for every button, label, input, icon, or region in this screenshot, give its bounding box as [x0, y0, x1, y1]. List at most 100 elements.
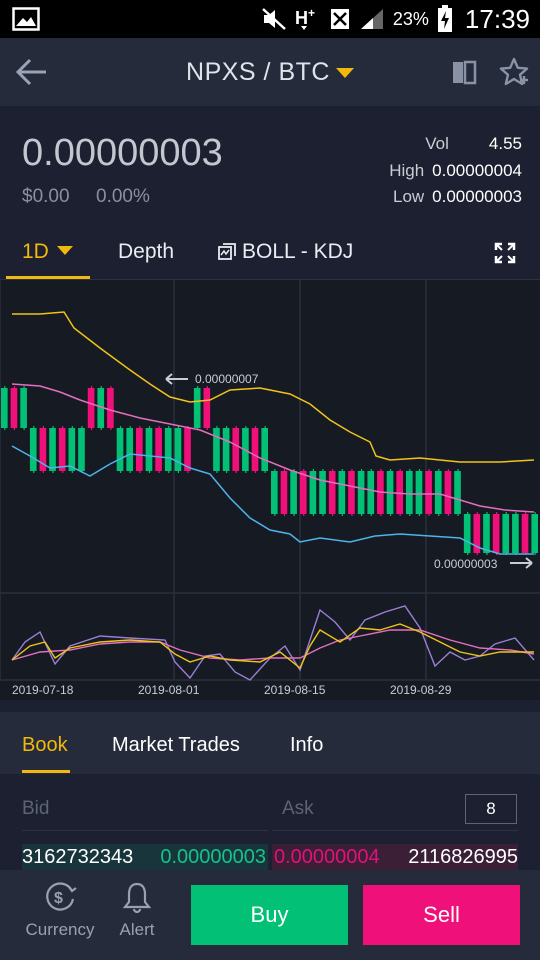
mute-icon [262, 8, 286, 30]
battery-percent: 23% [392, 8, 429, 29]
tab-market-trades[interactable]: Market Trades [112, 734, 240, 757]
svg-text:+: + [308, 6, 315, 20]
candle [136, 428, 143, 471]
candle [222, 428, 230, 471]
low-label: Low [392, 187, 425, 206]
book-tab-underline [22, 770, 70, 773]
status-bar: H + 23% 17:39 [0, 0, 540, 38]
candle [521, 514, 529, 553]
currency-label[interactable]: Currency [26, 920, 95, 939]
candle [29, 428, 37, 471]
cell-signal-icon [360, 9, 383, 29]
x-tick-label: 2019-08-29 [390, 683, 452, 697]
candle [492, 514, 500, 553]
candle [174, 428, 182, 471]
ask-row[interactable]: 0.00000004 2116826995 [272, 844, 518, 872]
price-summary: 0.00000003 $0.00 0.00% Vol 4.55 High 0.0… [0, 106, 540, 226]
candle [232, 428, 240, 471]
precision-selector[interactable]: 8 [465, 794, 517, 824]
fullscreen-icon[interactable] [494, 242, 516, 264]
tab-interval[interactable]: 1D [22, 240, 73, 264]
ask-amount: 2116826995 [408, 846, 518, 868]
candle [271, 471, 278, 514]
candle [338, 471, 346, 514]
boll-layer [11, 311, 535, 555]
last-price: 0.00000003 [22, 132, 223, 174]
volume-value: 4.55 [488, 134, 522, 153]
dropdown-caret-icon[interactable] [335, 68, 354, 78]
order-book: Bid Ask 8 3162732343 0.00000003 0.000000… [0, 774, 540, 872]
x-axis-ticks: 2019-07-18 2019-08-01 2019-08-15 2019-08… [12, 683, 452, 697]
star-icon[interactable] [498, 56, 530, 88]
price-chart[interactable]: 0.00000007 0.00000003 2019-07-18 2019-08… [0, 280, 540, 700]
tab-indicator-underline [6, 276, 90, 279]
candle [203, 388, 211, 428]
tab-info[interactable]: Info [290, 734, 323, 757]
alert-button[interactable]: Alert [114, 880, 160, 940]
candle [49, 428, 56, 471]
candle [107, 388, 114, 428]
indicator-settings-icon[interactable] [218, 243, 236, 261]
ask-header: Ask [282, 798, 314, 819]
bell-icon [122, 882, 152, 914]
candle [502, 514, 510, 553]
book-icon[interactable] [450, 58, 478, 86]
candle [367, 471, 375, 514]
candle [68, 428, 76, 471]
tab-book[interactable]: Book [22, 734, 68, 757]
low-marker: 0.00000003 [434, 557, 533, 571]
currency-icon: $ [46, 882, 77, 911]
bid-header: Bid [22, 798, 50, 819]
candle [299, 471, 307, 514]
price-change: 0.00% [96, 186, 150, 207]
x-tick-label: 2019-07-18 [12, 683, 74, 697]
candle [193, 388, 201, 428]
chart-canvas[interactable]: 0.00000007 0.00000003 2019-07-18 2019-08… [0, 280, 540, 700]
candle [463, 514, 471, 553]
battery-charging-icon [437, 5, 452, 32]
candle [319, 471, 326, 514]
kdj-layer [11, 605, 535, 681]
candle [213, 428, 220, 471]
tab-indicators[interactable]: BOLL - KDJ [242, 240, 353, 264]
candle [328, 471, 336, 514]
svg-text:$: $ [54, 890, 63, 907]
candle [116, 428, 124, 471]
x-tick-label: 2019-08-15 [264, 683, 326, 697]
candle [87, 388, 95, 428]
bid-row[interactable]: 3162732343 0.00000003 [22, 844, 268, 872]
currency-button[interactable]: $ Currency [22, 880, 98, 940]
candle [78, 428, 85, 471]
divider [22, 830, 268, 831]
high-marker-label: 0.00000007 [195, 372, 259, 386]
bid-price: 0.00000003 [160, 846, 266, 868]
high-row: High 0.00000004 [389, 161, 522, 181]
candle [434, 471, 442, 514]
ask-price: 0.00000004 [274, 846, 380, 868]
sell-button[interactable]: Sell [363, 885, 520, 945]
candle [406, 471, 413, 514]
hplus-signal-icon: H + [295, 6, 315, 30]
candle [155, 428, 162, 471]
interval-caret-icon[interactable] [56, 246, 73, 255]
candle [261, 428, 268, 471]
interval-label[interactable]: 1D [22, 240, 49, 263]
candle [20, 388, 27, 428]
low-row: Low 0.00000003 [393, 187, 522, 207]
candle [415, 471, 423, 514]
tab-depth[interactable]: Depth [118, 240, 174, 264]
header-bar: NPXS / BTC [0, 38, 540, 106]
candle [184, 428, 191, 471]
candle [357, 471, 365, 514]
candle [10, 388, 18, 428]
candle [126, 428, 133, 471]
high-value: 0.00000004 [432, 161, 522, 180]
volume-label: Vol [425, 134, 449, 153]
x-tick-label: 2019-08-01 [138, 683, 200, 697]
buy-button[interactable]: Buy [191, 885, 348, 945]
candle [280, 471, 288, 514]
book-tabs: Book Market Trades Info [0, 712, 540, 774]
candle [512, 514, 519, 553]
pair-title[interactable]: NPXS / BTC [186, 58, 330, 87]
alert-label[interactable]: Alert [120, 920, 155, 939]
